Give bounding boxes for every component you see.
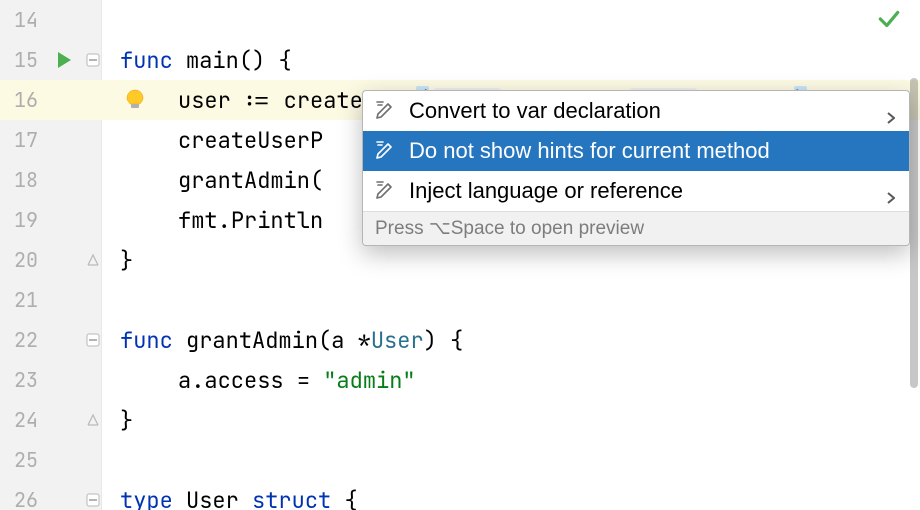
gutter-icons bbox=[44, 440, 102, 480]
token-ident: User bbox=[186, 486, 239, 510]
intention-action-label: Convert to var declaration bbox=[409, 98, 879, 124]
token-punct: . bbox=[218, 206, 231, 235]
token-punct: } bbox=[120, 406, 133, 435]
code-line[interactable]: 14 bbox=[0, 0, 920, 40]
token-kw: func bbox=[120, 326, 173, 355]
code-line[interactable]: 26 type User struct { bbox=[0, 480, 920, 510]
intention-actions-popup[interactable]: Convert to var declaration Do not show hi… bbox=[362, 90, 910, 246]
popup-hint-text: Press ⌥Space to open preview bbox=[375, 217, 644, 240]
code-content[interactable]: func main() { bbox=[102, 46, 292, 75]
code-line[interactable]: 20} bbox=[0, 240, 920, 280]
token-ident: access bbox=[204, 366, 283, 395]
code-content[interactable]: func grantAdmin(a *User) { bbox=[102, 326, 463, 355]
gutter-icons bbox=[44, 280, 102, 320]
token-ident: createUserP bbox=[178, 126, 323, 155]
token-punct: . bbox=[191, 366, 204, 395]
intention-action-label: Inject language or reference bbox=[409, 178, 879, 204]
scrollbar-thumb[interactable] bbox=[910, 78, 918, 388]
token-str: "admin" bbox=[323, 366, 415, 395]
fold-open-icon[interactable] bbox=[86, 53, 100, 67]
line-number: 15 bbox=[0, 40, 44, 80]
code-lines[interactable]: 1415func main() {16user := createUser(na… bbox=[0, 0, 920, 510]
code-content[interactable]: grantAdmin( bbox=[102, 166, 323, 195]
token-punct: () bbox=[239, 46, 265, 75]
run-icon[interactable] bbox=[56, 51, 72, 69]
token-ident: Println bbox=[231, 206, 323, 235]
code-line[interactable]: 24} bbox=[0, 400, 920, 440]
pencil-icon bbox=[375, 140, 397, 162]
line-number: 20 bbox=[0, 240, 44, 280]
intention-bulb-icon[interactable] bbox=[125, 89, 147, 111]
gutter-icons bbox=[44, 120, 102, 160]
token-punct: ( bbox=[310, 166, 323, 195]
code-line[interactable]: 23 a.access = "admin" bbox=[0, 360, 920, 400]
gutter-icons bbox=[44, 400, 102, 440]
token-punct: { bbox=[278, 46, 291, 75]
code-content[interactable]: } bbox=[102, 406, 133, 435]
gutter-icons bbox=[44, 240, 102, 280]
fold-open-icon[interactable] bbox=[86, 493, 100, 507]
token-ident: main bbox=[186, 46, 239, 75]
line-number: 21 bbox=[0, 280, 44, 320]
token-punct: * bbox=[358, 326, 371, 355]
code-editor[interactable]: 1415func main() {16user := createUser(na… bbox=[0, 0, 920, 510]
token-punct: ) bbox=[424, 326, 437, 355]
intention-action-item[interactable]: Do not show hints for current method bbox=[363, 131, 909, 171]
code-content[interactable]: } bbox=[102, 246, 133, 275]
code-line[interactable]: 21 bbox=[0, 280, 920, 320]
token-punct: { bbox=[450, 326, 463, 355]
fold-close-icon[interactable] bbox=[86, 253, 100, 267]
code-line[interactable]: 15 func main() { bbox=[0, 40, 920, 80]
token-kw: type bbox=[120, 486, 173, 510]
chevron-right-icon bbox=[887, 104, 897, 118]
pencil-icon bbox=[375, 180, 397, 202]
token-ident: user bbox=[178, 86, 231, 115]
line-number: 18 bbox=[0, 160, 44, 200]
popup-hint-footer: Press ⌥Space to open preview bbox=[363, 211, 909, 245]
gutter-icons bbox=[44, 0, 102, 40]
line-number: 25 bbox=[0, 440, 44, 480]
token-ident: grantAdmin bbox=[178, 166, 310, 195]
gutter-icons bbox=[44, 80, 102, 120]
fold-close-icon[interactable] bbox=[86, 413, 100, 427]
code-line[interactable]: 25 bbox=[0, 440, 920, 480]
token-punct: } bbox=[120, 246, 133, 275]
gutter-icons bbox=[44, 200, 102, 240]
intention-action-label: Do not show hints for current method bbox=[409, 138, 897, 164]
token-punct: (a bbox=[318, 326, 358, 355]
gutter-icons bbox=[44, 360, 102, 400]
intention-action-item[interactable]: Convert to var declaration bbox=[363, 91, 909, 131]
line-number: 22 bbox=[0, 320, 44, 360]
token-type: User bbox=[371, 326, 424, 355]
intention-action-item[interactable]: Inject language or reference bbox=[363, 171, 909, 211]
code-content[interactable]: fmt.Println bbox=[102, 206, 323, 235]
line-number: 23 bbox=[0, 360, 44, 400]
gutter-icons bbox=[44, 320, 102, 360]
fold-open-icon[interactable] bbox=[86, 333, 100, 347]
token-op: = bbox=[297, 366, 310, 395]
code-content[interactable]: createUserP bbox=[102, 126, 323, 155]
line-number: 16 bbox=[0, 80, 44, 120]
gutter-icons bbox=[44, 40, 102, 80]
token-punct: { bbox=[344, 486, 357, 510]
token-op: := bbox=[244, 86, 270, 115]
token-ident: a bbox=[178, 366, 191, 395]
code-content[interactable]: a.access = "admin" bbox=[102, 366, 416, 395]
line-number: 19 bbox=[0, 200, 44, 240]
line-number: 17 bbox=[0, 120, 44, 160]
line-number: 26 bbox=[0, 480, 44, 510]
chevron-right-icon bbox=[887, 184, 897, 198]
gutter-icons bbox=[44, 160, 102, 200]
code-line[interactable]: 22 func grantAdmin(a *User) { bbox=[0, 320, 920, 360]
inspection-status-ok-icon[interactable] bbox=[876, 6, 902, 32]
token-kw: struct bbox=[252, 486, 331, 510]
line-number: 14 bbox=[0, 0, 44, 40]
pencil-icon bbox=[375, 100, 397, 122]
token-ident: grantAdmin bbox=[186, 326, 318, 355]
line-number: 24 bbox=[0, 400, 44, 440]
token-kw: func bbox=[120, 46, 173, 75]
token-ident: fmt bbox=[178, 206, 218, 235]
code-content[interactable]: type User struct { bbox=[102, 486, 358, 510]
gutter-icons bbox=[44, 480, 102, 510]
